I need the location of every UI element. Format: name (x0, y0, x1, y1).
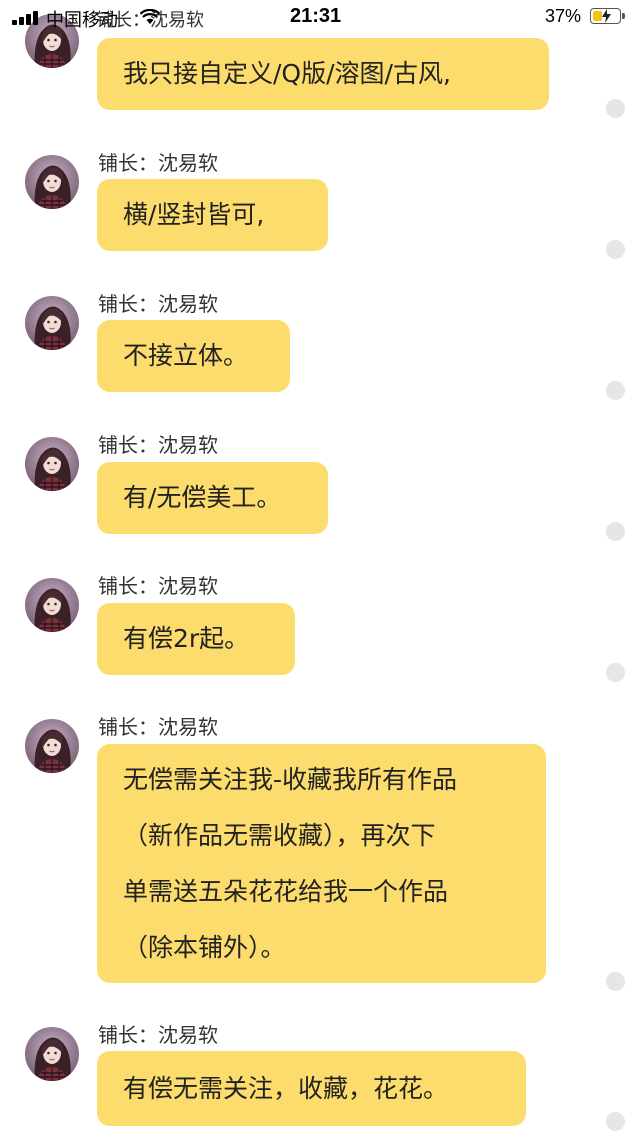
message-text: 无偿需关注我-收藏我所有作品 (123, 765, 458, 794)
avatar-portrait-icon (25, 437, 79, 491)
signal-icon (12, 11, 40, 25)
message-status-dot (606, 381, 625, 400)
status-bar: 中国移动 铺长：沈易软 21:31 37% (0, 0, 640, 36)
message-text: 不接立体。 (123, 341, 249, 370)
avatar[interactable] (25, 578, 79, 632)
avatar[interactable] (25, 719, 79, 773)
message-status-dot (606, 1112, 625, 1131)
avatar-portrait-icon (25, 719, 79, 773)
message-status-dot (606, 972, 625, 991)
message-bubble[interactable]: 有偿2r起。 (97, 603, 295, 675)
avatar[interactable] (25, 155, 79, 209)
avatar[interactable] (25, 437, 79, 491)
avatar-portrait-icon (25, 1027, 79, 1081)
avatar-portrait-icon (25, 155, 79, 209)
message-status-dot (606, 663, 625, 682)
wifi-icon (140, 9, 160, 24)
message-status-dot (606, 99, 625, 118)
message-text: 横/竖封皆可, (123, 200, 265, 229)
message-bubble[interactable]: 我只接自定义/Q版/溶图/古风, (97, 38, 549, 110)
message-status-dot (606, 240, 625, 259)
avatar-portrait-icon (25, 578, 79, 632)
battery-icon (590, 8, 626, 26)
avatar-portrait-icon (25, 296, 79, 350)
sender-name: 铺长：沈易软 (98, 1023, 218, 1047)
message-bubble[interactable]: 有偿无需关注，收藏，花花。 (97, 1051, 526, 1126)
sender-name: 铺长：沈易软 (98, 151, 218, 175)
message-bubble[interactable]: 不接立体。 (97, 320, 290, 392)
clock: 21:31 (290, 5, 342, 27)
message-bubble[interactable]: 无偿需关注我-收藏我所有作品 （新作品无需收藏），再次下 单需送五朵花花给我一个… (97, 744, 546, 983)
message-bubble[interactable]: 横/竖封皆可, (97, 179, 328, 251)
message-text: 有偿2r起。 (123, 624, 250, 653)
battery-percent: 37% (545, 6, 582, 26)
avatar[interactable] (25, 296, 79, 350)
message-text: 单需送五朵花花给我一个作品 (123, 877, 449, 906)
sender-name: 铺长：沈易软 (98, 715, 218, 739)
message-text: 有/无偿美工。 (123, 483, 282, 512)
sender-name: 铺长：沈易软 (98, 292, 218, 316)
message-text: （除本铺外）。 (123, 933, 286, 962)
sender-name: 铺长：沈易软 (98, 574, 218, 598)
message-bubble[interactable]: 有/无偿美工。 (97, 462, 328, 534)
message-text: 我只接自定义/Q版/溶图/古风, (123, 59, 451, 88)
avatar[interactable] (25, 1027, 79, 1081)
message-text: 有偿无需关注，收藏，花花。 (123, 1074, 449, 1103)
message-text: （新作品无需收藏），再次下 (123, 821, 436, 850)
sender-name: 铺长：沈易软 (98, 433, 218, 457)
message-status-dot (606, 522, 625, 541)
